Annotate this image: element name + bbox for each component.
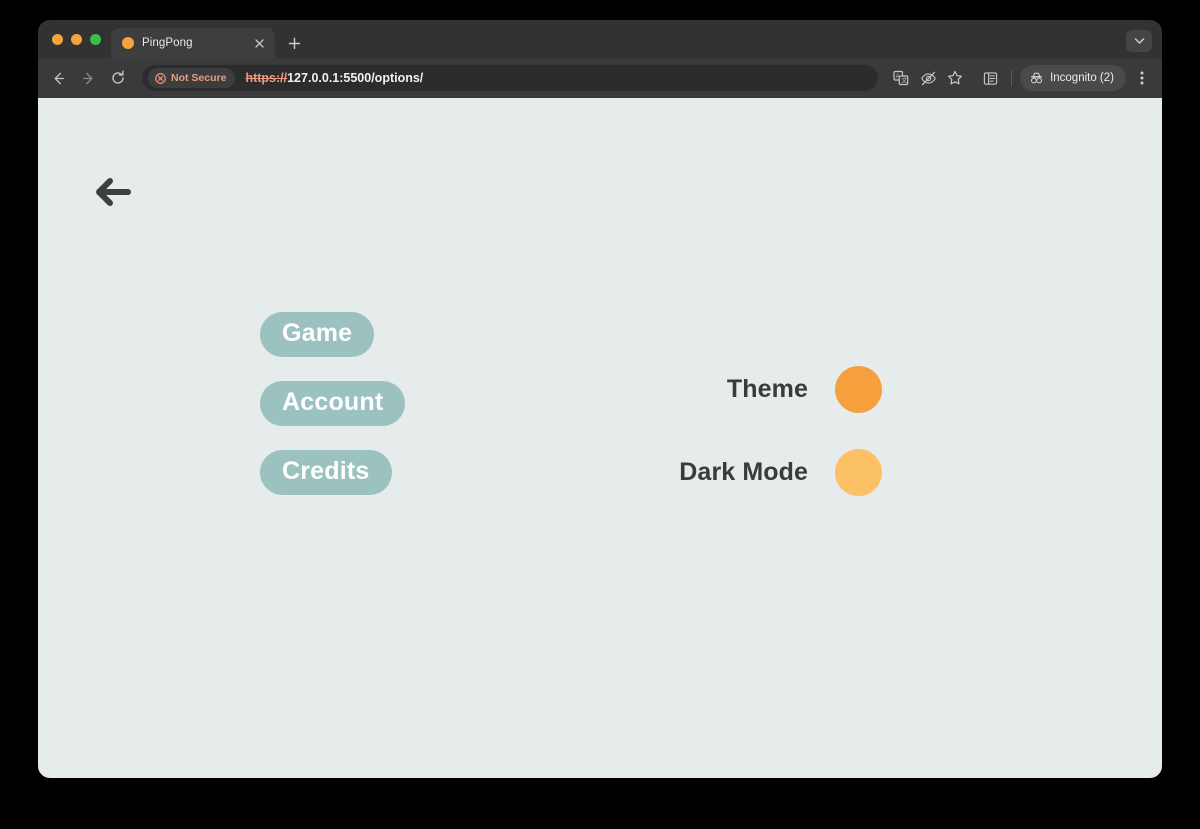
toolbar-divider (1011, 70, 1013, 86)
tab-title: PingPong (142, 37, 193, 49)
window-traffic-lights (38, 20, 111, 58)
url-host-path: 127.0.0.1:5500/options/ (287, 71, 424, 85)
browser-tab[interactable]: PingPong (111, 28, 275, 58)
options-menu-list: Game Account Credits (260, 312, 406, 495)
tab-favicon (122, 37, 134, 49)
security-status-badge[interactable]: Not Secure (148, 68, 236, 88)
theme-color-swatch[interactable] (835, 366, 882, 413)
side-panel-icon[interactable] (977, 65, 1003, 91)
settings-panel: Theme Dark Mode (638, 366, 882, 496)
security-status-label: Not Secure (171, 72, 227, 84)
translate-icon[interactable]: A 文 (888, 65, 914, 91)
close-icon[interactable] (251, 35, 267, 51)
dark-mode-toggle-swatch[interactable] (835, 449, 882, 496)
page-viewport: Game Account Credits Theme Dark Mode (38, 98, 1162, 778)
incognito-label: Incognito (2) (1050, 72, 1114, 84)
window-zoom-button[interactable] (90, 33, 101, 45)
plus-icon[interactable] (281, 30, 307, 56)
star-icon[interactable] (942, 65, 968, 91)
address-bar[interactable]: Not Secure https://127.0.0.1:5500/option… (142, 65, 879, 91)
arrow-left-icon (96, 178, 131, 206)
incognito-indicator[interactable]: Incognito (2) (1020, 65, 1126, 91)
back-arrow-icon[interactable] (44, 64, 72, 92)
window-minimize-button[interactable] (71, 33, 82, 45)
not-secure-icon (155, 72, 166, 84)
browser-toolbar: Not Secure https://127.0.0.1:5500/option… (38, 58, 1162, 98)
forward-arrow-icon[interactable] (74, 64, 102, 92)
setting-row-dark-mode: Dark Mode (638, 449, 882, 496)
url-scheme: https:// (245, 71, 288, 85)
dark-mode-label: Dark Mode (679, 458, 808, 486)
browser-window: PingPong Not Secure https://127.0.0.1:55… (38, 20, 1162, 778)
toolbar-actions: A 文 Incognito (2) (888, 65, 1154, 91)
back-navigation-button[interactable] (90, 172, 134, 212)
menu-button-credits[interactable]: Credits (260, 450, 392, 495)
three-dot-menu-icon[interactable] (1130, 65, 1154, 91)
incognito-mask-icon (1031, 72, 1043, 83)
window-close-button[interactable] (52, 33, 63, 45)
theme-label: Theme (726, 375, 808, 403)
eye-slash-icon[interactable] (915, 65, 941, 91)
svg-text:文: 文 (901, 77, 907, 85)
svg-text:A: A (896, 74, 900, 80)
chevron-down-icon[interactable] (1126, 30, 1152, 52)
menu-button-game[interactable]: Game (260, 312, 375, 357)
tab-strip-spacer (307, 57, 1126, 58)
tab-strip: PingPong (38, 20, 1162, 58)
reload-icon[interactable] (104, 64, 132, 92)
url-text: https://127.0.0.1:5500/options/ (245, 71, 423, 85)
menu-button-account[interactable]: Account (260, 381, 406, 426)
setting-row-theme: Theme (638, 366, 882, 413)
